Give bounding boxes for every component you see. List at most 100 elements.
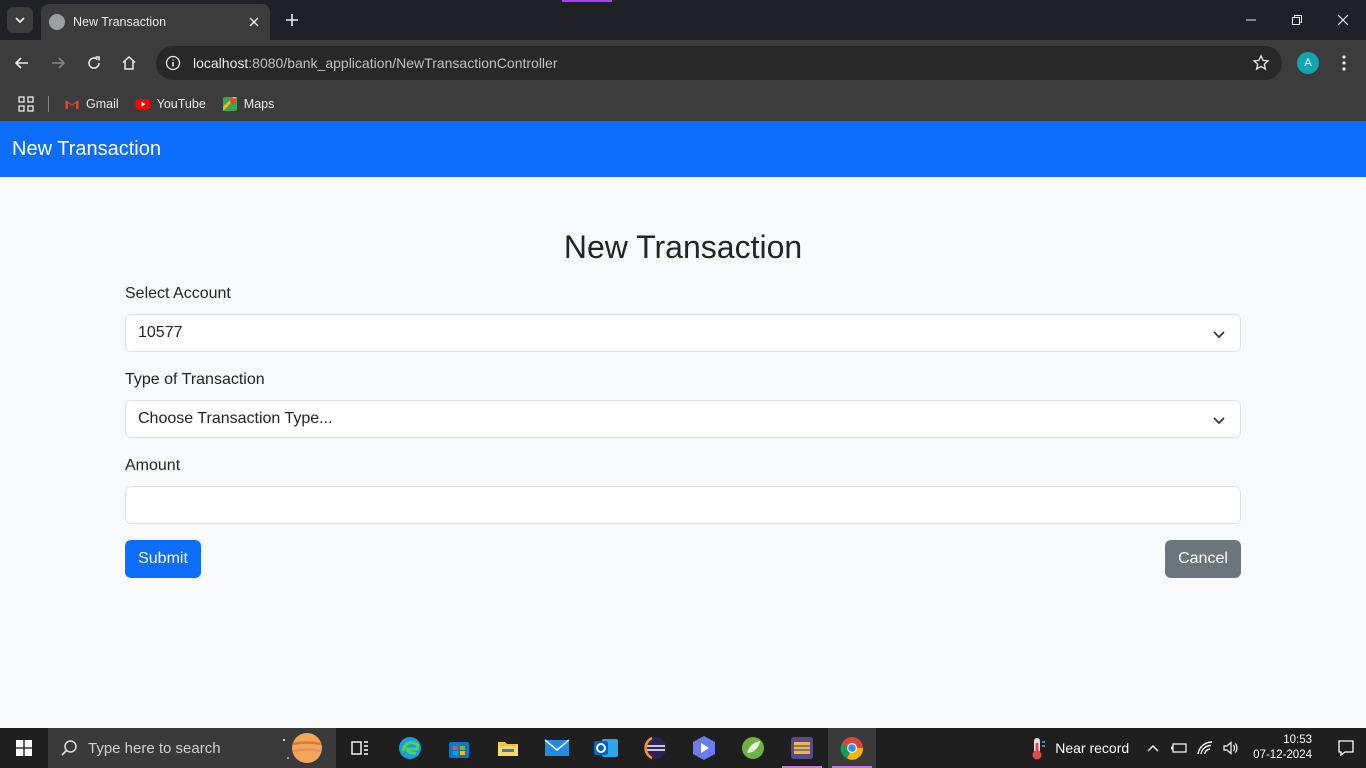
chevron-down-icon <box>1213 331 1225 339</box>
navbar-brand[interactable]: New Transaction <box>12 138 161 161</box>
taskbar-search-box[interactable]: Type here to search <box>48 728 336 768</box>
page-title: New Transaction <box>563 229 803 265</box>
browser-menu-button[interactable] <box>1334 51 1354 75</box>
back-button[interactable] <box>8 49 36 77</box>
tab-title: New Transaction <box>73 15 167 29</box>
close-window-button[interactable] <box>1320 0 1366 40</box>
maps-icon <box>222 96 237 111</box>
transaction-type-label: Type of Transaction <box>125 371 265 388</box>
taskbar-mail[interactable] <box>533 728 581 768</box>
reload-icon <box>88 56 100 69</box>
address-bar[interactable]: localhost:8080/bank_application/NewTrans… <box>156 46 1282 80</box>
chevron-down-icon <box>15 17 25 24</box>
close-icon <box>249 17 259 27</box>
system-tray: Near record 10:53 07-12-2024 <box>1027 728 1366 768</box>
taskbar-chrome[interactable] <box>828 728 876 768</box>
browser-toolbar: localhost:8080/bank_application/NewTrans… <box>0 40 1366 86</box>
youtube-icon <box>135 98 151 109</box>
transaction-type-select[interactable]: Choose Transaction Type... <box>125 400 1241 438</box>
taskbar-edge[interactable] <box>386 728 434 768</box>
close-icon <box>1337 14 1349 26</box>
site-info-icon[interactable] <box>164 54 182 72</box>
restore-icon <box>1292 15 1302 25</box>
tab-group-accent <box>562 0 612 2</box>
new-tab-button[interactable] <box>281 9 303 31</box>
bookmark-label: Maps <box>243 96 275 111</box>
account-select[interactable]: 10577 <box>125 314 1241 352</box>
bookmark-label: Gmail <box>86 96 119 111</box>
globe-icon <box>49 14 65 30</box>
arrow-right-icon <box>52 57 66 69</box>
taskbar-app[interactable] <box>680 728 728 768</box>
windows-logo-icon <box>16 740 32 756</box>
chevron-down-icon <box>1213 417 1225 425</box>
mail-icon <box>544 739 570 756</box>
cancel-button[interactable]: Cancel <box>1165 540 1241 578</box>
speaker-icon <box>1223 741 1238 755</box>
bookmark-star-icon[interactable] <box>1252 54 1270 72</box>
form-actions: Submit Cancel <box>125 540 1241 578</box>
amount-input[interactable] <box>125 486 1241 524</box>
tab-close-button[interactable] <box>246 14 262 30</box>
bookmark-youtube[interactable]: YouTube <box>135 96 206 112</box>
reload-button[interactable] <box>80 49 108 77</box>
network-tray-button[interactable] <box>1195 738 1215 758</box>
taskbar: Type here to search Near record 10:53 07… <box>0 728 1366 768</box>
taskbar-search-placeholder: Type here to search <box>88 739 221 757</box>
apps-grid-icon[interactable] <box>18 95 34 112</box>
taskbar-spring[interactable] <box>729 728 777 768</box>
wifi-icon <box>1197 741 1213 755</box>
battery-tray-button[interactable] <box>1169 738 1189 758</box>
forward-button[interactable] <box>44 49 72 77</box>
spring-icon <box>742 737 764 759</box>
restore-button[interactable] <box>1274 0 1320 40</box>
bookmarks-bar: Gmail YouTube Maps <box>0 86 1366 121</box>
taskbar-eclipse[interactable] <box>631 728 679 768</box>
chevron-up-icon <box>1147 745 1159 752</box>
eclipse-icon <box>644 736 666 760</box>
url-text[interactable]: localhost:8080/bank_application/NewTrans… <box>193 55 557 71</box>
start-button[interactable] <box>0 728 48 768</box>
taskbar-clock[interactable]: 10:53 07-12-2024 <box>1253 733 1312 763</box>
clock-date: 07-12-2024 <box>1253 749 1312 761</box>
account-select-value: 10577 <box>138 324 183 341</box>
minimize-button[interactable] <box>1228 0 1274 40</box>
bookmark-gmail[interactable]: Gmail <box>64 96 119 112</box>
taskbar-task-view[interactable] <box>336 728 384 768</box>
taskbar-file-explorer[interactable] <box>484 728 532 768</box>
amount-label: Amount <box>125 457 181 474</box>
submit-button[interactable]: Submit <box>125 540 201 578</box>
browser-tab[interactable]: New Transaction <box>41 4 270 40</box>
home-button[interactable] <box>115 49 143 77</box>
window-controls <box>1228 0 1366 40</box>
account-label: Select Account <box>125 285 231 302</box>
taskbar-outlook[interactable] <box>582 728 630 768</box>
thermometer-icon <box>1032 738 1046 760</box>
clock-time: 10:53 <box>1283 734 1312 746</box>
app-icon <box>693 736 715 760</box>
task-view-icon <box>351 741 368 755</box>
taskbar-store[interactable] <box>435 728 483 768</box>
tab-search-button[interactable] <box>7 7 33 33</box>
bookmark-maps[interactable]: Maps <box>222 96 275 112</box>
store-icon <box>449 742 469 758</box>
app-navbar: New Transaction <box>0 121 1366 177</box>
file-explorer-icon <box>498 742 518 756</box>
profile-avatar[interactable]: A <box>1297 52 1319 74</box>
taskbar-jar-app[interactable] <box>778 728 826 768</box>
home-icon <box>122 55 136 70</box>
edge-icon <box>399 737 421 759</box>
chrome-icon <box>840 737 864 760</box>
notifications-button[interactable] <box>1326 728 1366 768</box>
search-highlight-planet-icon <box>283 733 322 763</box>
jar-app-icon <box>791 737 813 759</box>
show-hidden-icons-button[interactable] <box>1143 738 1163 758</box>
browser-tab-strip: New Transaction <box>0 0 1366 40</box>
weather-widget[interactable]: Near record <box>1027 736 1129 760</box>
transaction-type-select-value: Choose Transaction Type... <box>138 410 333 427</box>
minimize-icon <box>1246 19 1256 21</box>
volume-tray-button[interactable] <box>1221 738 1241 758</box>
notification-icon <box>1338 740 1354 757</box>
transaction-form: New Transaction Select Account 10577 Typ… <box>125 177 1241 578</box>
battery-icon <box>1171 743 1187 753</box>
